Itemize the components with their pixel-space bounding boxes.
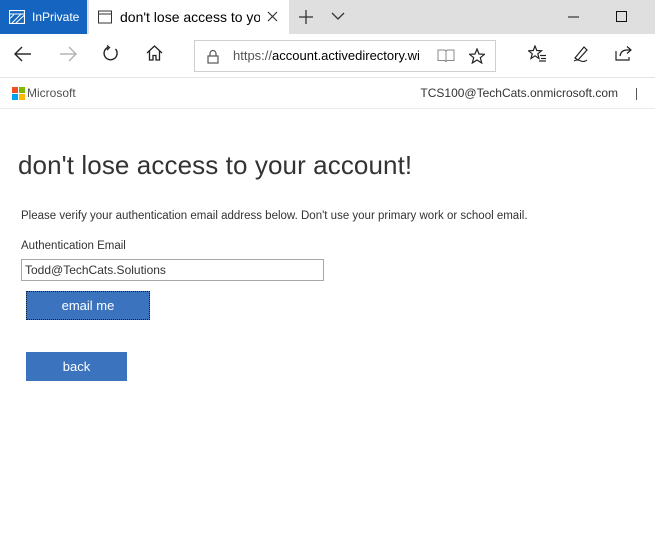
page-icon: [98, 10, 112, 24]
refresh-icon[interactable]: [102, 45, 119, 62]
tab-close-icon[interactable]: [267, 11, 278, 22]
active-tab[interactable]: don't lose access to you: [89, 0, 289, 34]
tab-list-chevron-icon[interactable]: [331, 12, 345, 21]
inprivate-icon: [9, 10, 25, 24]
address-bar[interactable]: https://account.activedirectory.wi: [194, 40, 496, 72]
inprivate-label: InPrivate: [32, 10, 80, 24]
signed-in-user[interactable]: TCS100@TechCats.onmicrosoft.com: [420, 86, 618, 100]
url-scheme: https://: [233, 48, 273, 63]
inprivate-indicator[interactable]: InPrivate: [0, 0, 87, 34]
share-icon[interactable]: [615, 45, 633, 61]
new-tab-icon[interactable]: [298, 9, 314, 25]
browser-navbar: https://account.activedirectory.wi: [0, 34, 655, 78]
page-title: don't lose access to your account!: [18, 150, 413, 180]
favorite-star-icon[interactable]: [469, 48, 485, 64]
back-arrow-icon[interactable]: [14, 46, 32, 62]
address-url[interactable]: https://account.activedirectory.wi: [233, 48, 433, 63]
url-host: account.activedirectory.wi: [272, 48, 420, 63]
back-button[interactable]: back: [26, 352, 127, 381]
logo-green-square: [19, 87, 25, 93]
lock-icon[interactable]: [207, 49, 219, 64]
maximize-icon[interactable]: [616, 11, 627, 22]
ms-header: Microsoft TCS100@TechCats.onmicrosoft.co…: [0, 79, 655, 109]
reading-view-icon[interactable]: [437, 49, 455, 63]
home-icon[interactable]: [146, 45, 163, 61]
logo-yellow-square: [19, 94, 25, 100]
forward-arrow-icon: [60, 46, 77, 62]
email-field-label: Authentication Email: [21, 240, 126, 252]
pen-icon[interactable]: [573, 45, 590, 62]
email-me-button[interactable]: email me: [26, 291, 150, 320]
favorites-hub-icon[interactable]: [528, 45, 547, 62]
minimize-icon[interactable]: [568, 16, 579, 18]
logo-red-square: [12, 87, 18, 93]
tab-title: don't lose access to you: [120, 9, 260, 25]
instructions-text: Please verify your authentication email …: [21, 210, 528, 222]
browser-titlebar: InPrivate don't lose access to you: [0, 0, 655, 34]
logo-blue-square: [12, 94, 18, 100]
microsoft-logo-icon: [12, 87, 25, 100]
brand-name: Microsoft: [27, 86, 76, 100]
authentication-email-field[interactable]: [21, 259, 324, 281]
header-divider: [636, 88, 637, 100]
